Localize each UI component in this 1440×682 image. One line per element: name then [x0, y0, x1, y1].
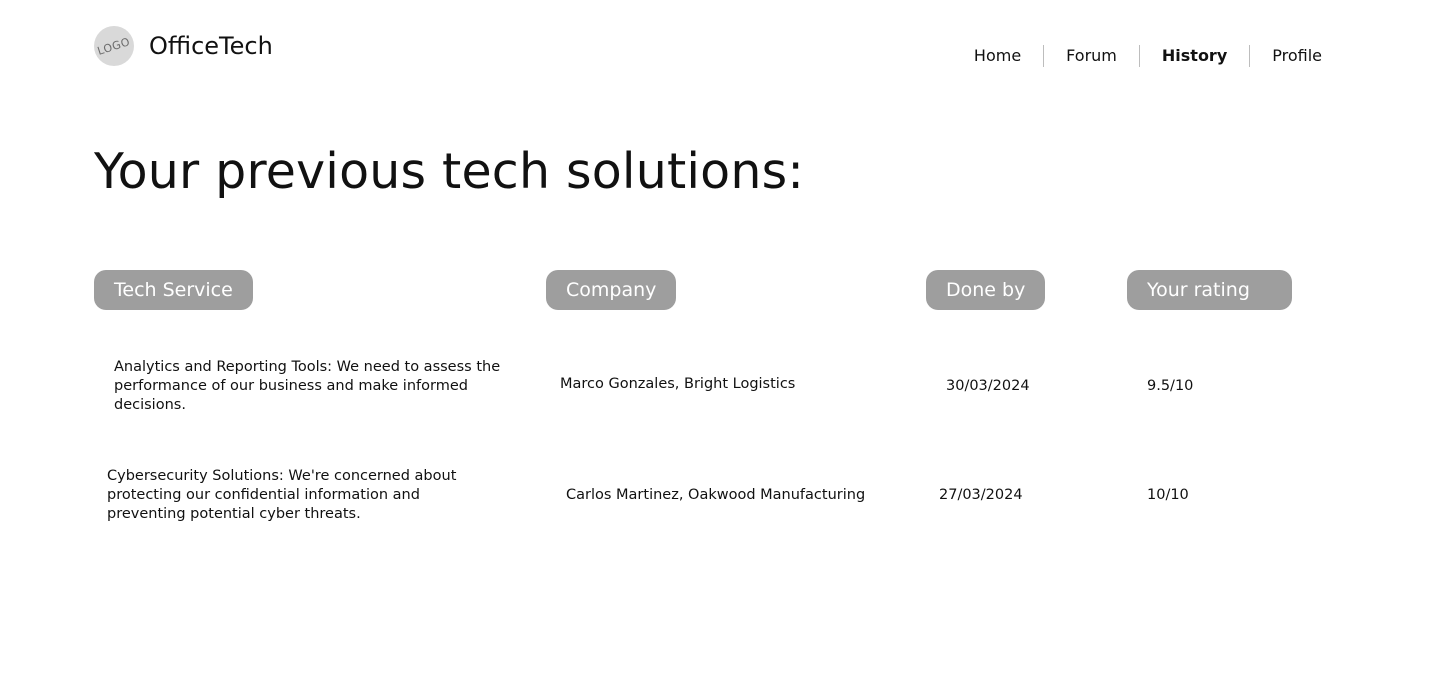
row-2-service: Cybersecurity Solutions: We're concerned…	[107, 468, 457, 522]
column-header-company: Company	[546, 270, 677, 310]
nav-history[interactable]: History	[1140, 44, 1249, 68]
column-header-tech-service: Tech Service	[94, 270, 253, 310]
brand-name: OfficeTech	[149, 32, 273, 60]
nav-forum[interactable]: Forum	[1044, 44, 1139, 68]
row-1-company: Marco Gonzales, Bright Logistics	[560, 376, 796, 392]
row-1-rating: 9.5/10	[1147, 378, 1194, 394]
column-header-done-by: Done by	[926, 270, 1046, 310]
logo[interactable]: LOGO	[94, 26, 134, 66]
main-nav: Home Forum History Profile	[974, 44, 1322, 68]
row-1-service: Analytics and Reporting Tools: We need t…	[114, 359, 501, 413]
row-2-rating: 10/10	[1147, 487, 1189, 503]
page-title: Your previous tech solutions:	[94, 143, 805, 200]
logo-text: LOGO	[96, 34, 132, 58]
column-header-your-rating: Your rating	[1127, 270, 1292, 310]
nav-home[interactable]: Home	[974, 44, 1043, 68]
nav-profile[interactable]: Profile	[1250, 44, 1322, 68]
row-2-company: Carlos Martinez, Oakwood Manufacturing	[566, 487, 866, 503]
row-1-done-by: 30/03/2024	[946, 378, 1030, 394]
row-2-done-by: 27/03/2024	[939, 487, 1023, 503]
